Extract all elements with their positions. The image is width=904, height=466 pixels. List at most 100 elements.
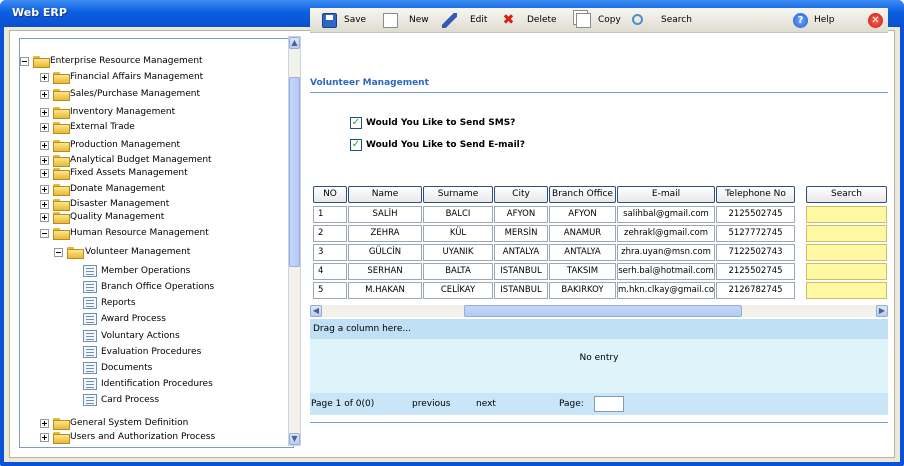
- table-cell[interactable]: GÜLCİN: [348, 244, 422, 261]
- scroll-right-button[interactable]: ▶: [876, 305, 888, 317]
- table-cell[interactable]: zhra.uyan@msn.com: [617, 244, 715, 261]
- tree-item-leaf[interactable]: Evaluation Procedures: [83, 345, 283, 359]
- table-cell[interactable]: AFYON: [549, 206, 616, 223]
- grid-search-button[interactable]: Search: [806, 186, 887, 203]
- tree-item-module[interactable]: External Trade: [40, 120, 290, 134]
- expand-icon[interactable]: [40, 108, 49, 117]
- save-button[interactable]: Save: [322, 8, 372, 33]
- table-cell[interactable]: SERHAN: [348, 263, 422, 280]
- row-search-field[interactable]: [806, 206, 887, 223]
- table-cell[interactable]: BAKIRKOY: [549, 282, 616, 299]
- help-button[interactable]: ? Help: [793, 8, 843, 33]
- table-cell[interactable]: 2125502745: [716, 263, 795, 280]
- grid-horizontal-scrollbar[interactable]: ◀ ▶: [310, 305, 888, 317]
- row-search-field[interactable]: [806, 282, 887, 299]
- table-cell[interactable]: BALCI: [423, 206, 493, 223]
- search-button[interactable]: Search: [632, 8, 697, 33]
- expand-icon[interactable]: [40, 73, 49, 82]
- close-button[interactable]: ✕: [868, 8, 883, 33]
- tree-item-leaf[interactable]: Identification Procedures: [83, 377, 283, 391]
- tree-item-module[interactable]: Financial Affairs Management: [40, 70, 290, 84]
- table-cell[interactable]: 2126782745: [716, 282, 795, 299]
- tree-item-leaf[interactable]: Card Process: [83, 393, 283, 407]
- tree-item-module[interactable]: Production Management: [40, 138, 290, 152]
- sms-checkbox[interactable]: ✓: [350, 117, 362, 129]
- tree-item-module[interactable]: Donate Management: [40, 182, 290, 196]
- tree-item-hr-management[interactable]: Human Resource Management: [40, 226, 290, 240]
- row-search-field[interactable]: [806, 263, 887, 280]
- email-checkbox[interactable]: ✓: [350, 139, 362, 151]
- column-header-no[interactable]: NO: [313, 186, 347, 203]
- table-cell[interactable]: ZEHRA: [348, 225, 422, 242]
- column-header-surname[interactable]: Surname: [423, 186, 493, 203]
- expand-icon[interactable]: [40, 141, 49, 150]
- tree-item-leaf[interactable]: Branch Office Operations: [83, 280, 283, 294]
- table-cell[interactable]: CELİKAY: [423, 282, 493, 299]
- expand-icon[interactable]: [40, 185, 49, 194]
- tree-item-root[interactable]: Enterprise Resource Management: [20, 54, 290, 68]
- table-cell[interactable]: 2: [313, 225, 347, 242]
- scroll-up-button[interactable]: ▲: [289, 37, 300, 49]
- scroll-thumb[interactable]: [464, 305, 742, 317]
- tree-item-leaf[interactable]: Documents: [83, 361, 283, 375]
- tree-item-module[interactable]: Sales/Purchase Management: [40, 87, 290, 101]
- edit-button[interactable]: Edit: [442, 8, 492, 33]
- table-cell[interactable]: 5: [313, 282, 347, 299]
- tree-item-leaf[interactable]: Reports: [83, 296, 283, 310]
- tree-item-module[interactable]: Users and Authorization Process: [40, 430, 290, 444]
- table-cell[interactable]: SALİH: [348, 206, 422, 223]
- table-cell[interactable]: zehrakl@gmail.com: [617, 225, 715, 242]
- table-cell[interactable]: salihbal@gmail.com: [617, 206, 715, 223]
- table-cell[interactable]: TAKSIM: [549, 263, 616, 280]
- table-cell[interactable]: ANTALYA: [549, 244, 616, 261]
- scroll-thumb[interactable]: [289, 77, 300, 267]
- tree-item-leaf[interactable]: Voluntary Actions: [83, 329, 283, 343]
- page-number-input[interactable]: [594, 396, 624, 412]
- row-search-field[interactable]: [806, 225, 887, 242]
- tree-item-module[interactable]: Fixed Assets Management: [40, 166, 290, 180]
- table-cell[interactable]: 7122502743: [716, 244, 795, 261]
- row-search-field[interactable]: [806, 244, 887, 261]
- next-link[interactable]: next: [476, 393, 496, 415]
- tree-item-module[interactable]: Disaster Management: [40, 197, 290, 211]
- table-cell[interactable]: serh.bal@hotmail.com: [617, 263, 715, 280]
- table-cell[interactable]: KÜL: [423, 225, 493, 242]
- expand-icon[interactable]: [40, 156, 49, 165]
- expand-icon[interactable]: [40, 200, 49, 209]
- tree-item-module[interactable]: Quality Management: [40, 210, 290, 224]
- expand-icon[interactable]: [40, 213, 49, 222]
- delete-button[interactable]: ✖ Delete: [501, 8, 561, 33]
- tree-item-module[interactable]: Analytical Budget Management: [40, 153, 290, 167]
- previous-link[interactable]: previous: [412, 393, 450, 415]
- table-cell[interactable]: MERSİN: [494, 225, 548, 242]
- expand-icon[interactable]: [40, 90, 49, 99]
- new-button[interactable]: New: [383, 8, 433, 33]
- table-cell[interactable]: ANAMUR: [549, 225, 616, 242]
- tree-scrollbar[interactable]: ▲ ▼: [288, 36, 301, 446]
- tree-item-volunteer-management[interactable]: Volunteer Management: [54, 245, 284, 259]
- table-cell[interactable]: UYANIK: [423, 244, 493, 261]
- collapse-icon[interactable]: [40, 229, 49, 238]
- column-header-branch-office[interactable]: Branch Office: [549, 186, 616, 203]
- expand-icon[interactable]: [40, 419, 49, 428]
- copy-button[interactable]: Copy: [572, 8, 627, 33]
- expand-icon[interactable]: [40, 123, 49, 132]
- table-cell[interactable]: BALTA: [423, 263, 493, 280]
- table-cell[interactable]: AFYON: [494, 206, 548, 223]
- collapse-icon[interactable]: [54, 248, 63, 257]
- tree-item-leaf[interactable]: Member Operations: [83, 264, 283, 278]
- collapse-icon[interactable]: [20, 57, 29, 66]
- table-cell[interactable]: ANTALYA: [494, 244, 548, 261]
- table-cell[interactable]: ISTANBUL: [494, 263, 548, 280]
- tree-item-module[interactable]: Inventory Management: [40, 105, 290, 119]
- column-header-email[interactable]: E-mail: [617, 186, 715, 203]
- table-cell[interactable]: 1: [313, 206, 347, 223]
- column-header-telephone[interactable]: Telephone No: [716, 186, 795, 203]
- tree-item-module[interactable]: General System Definition: [40, 416, 290, 430]
- column-header-name[interactable]: Name: [348, 186, 422, 203]
- table-cell[interactable]: ISTANBUL: [494, 282, 548, 299]
- table-cell[interactable]: m.hkn.clkay@gmail.com: [617, 282, 715, 299]
- table-cell[interactable]: 5127772745: [716, 225, 795, 242]
- scroll-left-button[interactable]: ◀: [310, 305, 322, 317]
- table-cell[interactable]: 4: [313, 263, 347, 280]
